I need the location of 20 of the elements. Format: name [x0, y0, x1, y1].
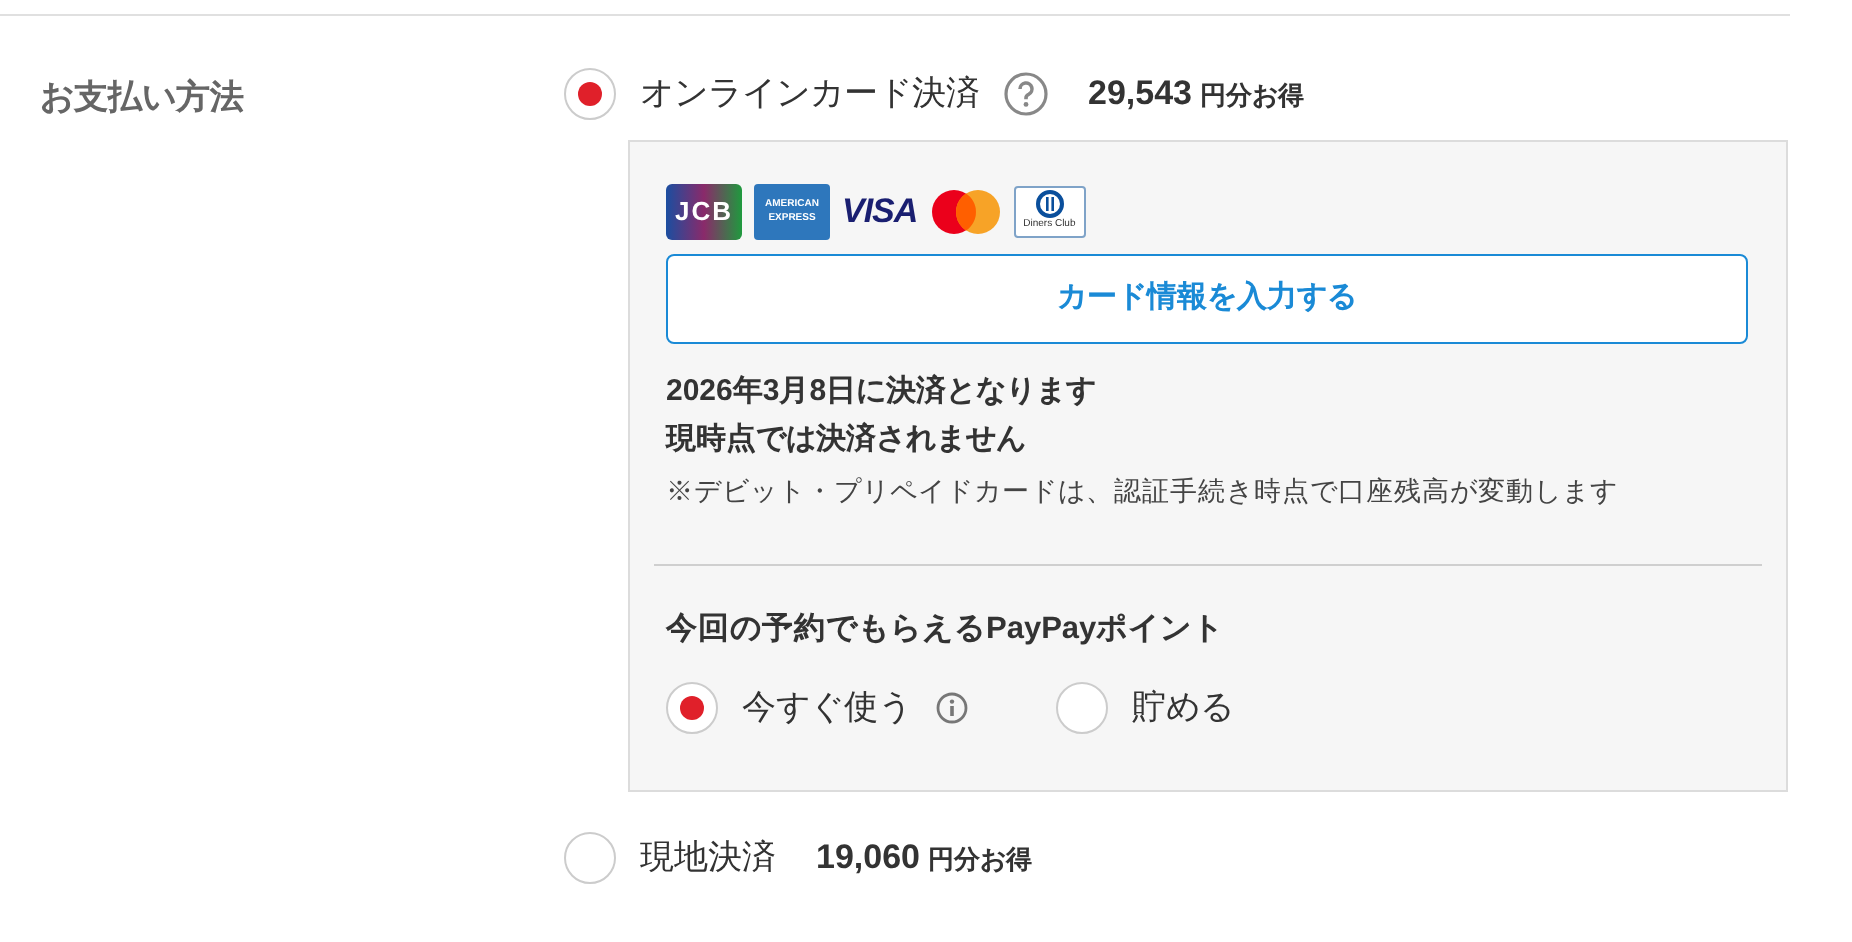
option-label: 現地決済	[640, 835, 776, 880]
visa-logo: VISA	[842, 190, 918, 235]
card-note: ※デビット・プリペイドカードは、認証手続き時点で口座残高が変動します	[666, 474, 1620, 510]
card-info-button[interactable]: カード情報を入力する	[666, 254, 1748, 344]
payment-notice: 現時点では決済されません	[666, 420, 1028, 460]
option-label: オンラインカード決済	[640, 72, 980, 117]
savings-amount: 19,060 円分お得	[816, 835, 1032, 879]
diners-club-icon	[1035, 190, 1064, 218]
radio-button[interactable]	[564, 68, 616, 120]
points-option-label: 貯める	[1132, 685, 1234, 730]
points-option-label: 今すぐ使う	[742, 685, 912, 730]
points-title: 今回の予約でもらえるPayPayポイント	[666, 610, 1227, 651]
radio-button[interactable]	[1056, 681, 1108, 733]
section-label: お支払い方法	[40, 78, 244, 116]
savings-amount: 29,543 円分お得	[1088, 72, 1304, 116]
radio-button[interactable]	[564, 831, 616, 883]
payment-notice: 2026年3月8日に決済となります	[666, 372, 1099, 412]
jcb-logo: JCB	[666, 184, 742, 240]
mastercard-logo	[929, 188, 1002, 236]
radio-button[interactable]	[666, 681, 718, 733]
